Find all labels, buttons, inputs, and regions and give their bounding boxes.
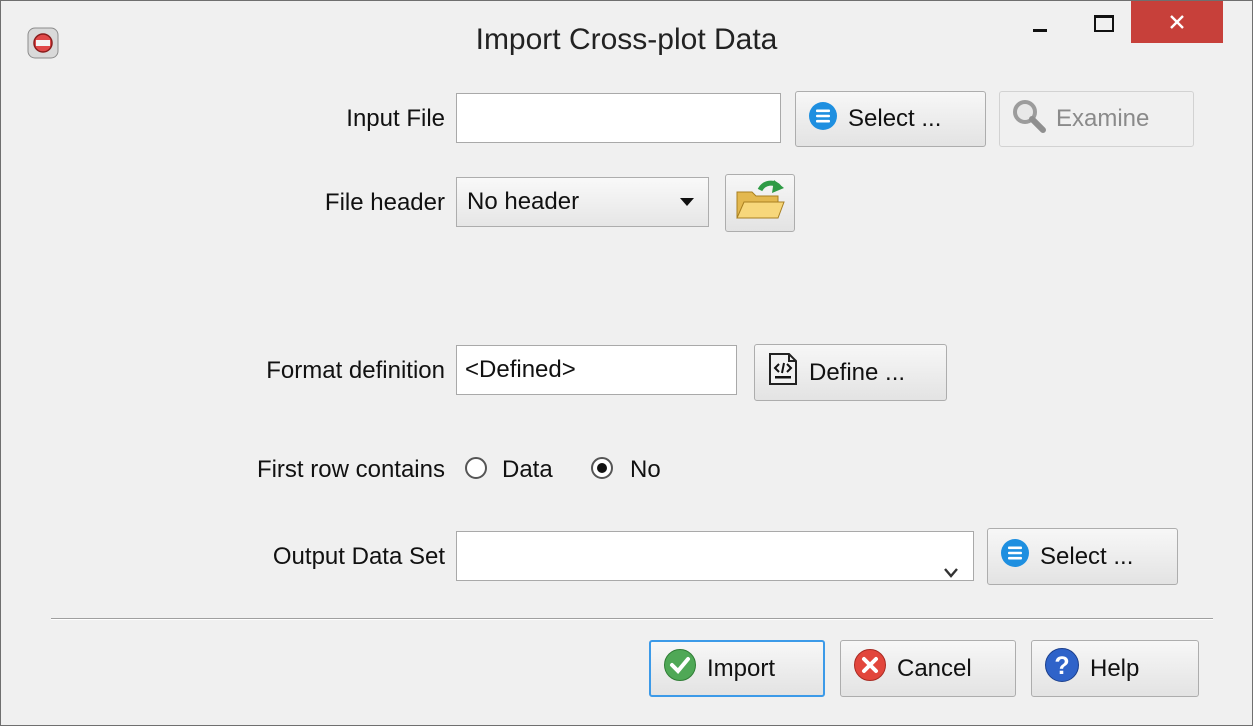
file-header-value: No header	[467, 188, 580, 215]
format-definition-label: Format definition	[266, 357, 445, 384]
open-folder-icon	[734, 178, 786, 229]
minimize-button[interactable]	[1011, 1, 1071, 43]
examine-label: Examine	[1056, 105, 1150, 132]
svg-text:?: ?	[1054, 652, 1069, 680]
import-button[interactable]: Import	[649, 640, 825, 697]
check-icon	[663, 648, 697, 689]
input-file-label: Input File	[346, 105, 445, 132]
format-definition-field[interactable]: <Defined>	[456, 345, 737, 395]
document-code-icon	[767, 352, 799, 393]
close-button[interactable]	[1131, 1, 1223, 43]
define-button[interactable]: Define ...	[754, 344, 947, 401]
help-button[interactable]: ? Help	[1031, 640, 1199, 697]
import-dialog: Import Cross-plot Data Input File Select…	[0, 0, 1253, 726]
input-file-select-button[interactable]: Select ...	[795, 91, 986, 147]
chevron-down-icon	[943, 549, 959, 597]
load-header-button[interactable]	[725, 174, 795, 232]
cancel-button[interactable]: Cancel	[840, 640, 1016, 697]
close-icon	[1170, 15, 1184, 29]
file-header-label: File header	[324, 189, 445, 216]
help-label: Help	[1090, 654, 1140, 682]
select-label: Select ...	[848, 105, 942, 132]
output-data-set-label: Output Data Set	[272, 543, 445, 570]
output-data-set-combo[interactable]	[456, 531, 974, 581]
cancel-label: Cancel	[897, 654, 972, 682]
radio-no[interactable]	[591, 457, 613, 479]
footer-separator	[51, 618, 1213, 620]
radio-no-label[interactable]: No	[630, 456, 661, 484]
radio-data-label[interactable]: Data	[502, 456, 553, 484]
input-file-field[interactable]	[456, 93, 781, 143]
radio-data[interactable]	[465, 457, 487, 479]
list-icon	[1000, 538, 1030, 575]
output-data-set-select-button[interactable]: Select ...	[987, 528, 1178, 585]
import-label: Import	[707, 654, 776, 682]
file-header-dropdown[interactable]: No header	[456, 177, 709, 227]
help-icon: ?	[1044, 647, 1080, 690]
title-bar[interactable]: Import Cross-plot Data	[1, 1, 1252, 89]
list-icon	[808, 101, 838, 138]
examine-button[interactable]: Examine	[999, 91, 1194, 147]
select-label: Select ...	[1040, 542, 1134, 570]
dropdown-arrow-icon	[680, 198, 694, 206]
cancel-icon	[853, 648, 887, 689]
first-row-label: First row contains	[256, 456, 445, 483]
magnifier-icon	[1012, 99, 1046, 140]
maximize-button[interactable]	[1075, 1, 1131, 43]
define-label: Define ...	[809, 358, 906, 386]
